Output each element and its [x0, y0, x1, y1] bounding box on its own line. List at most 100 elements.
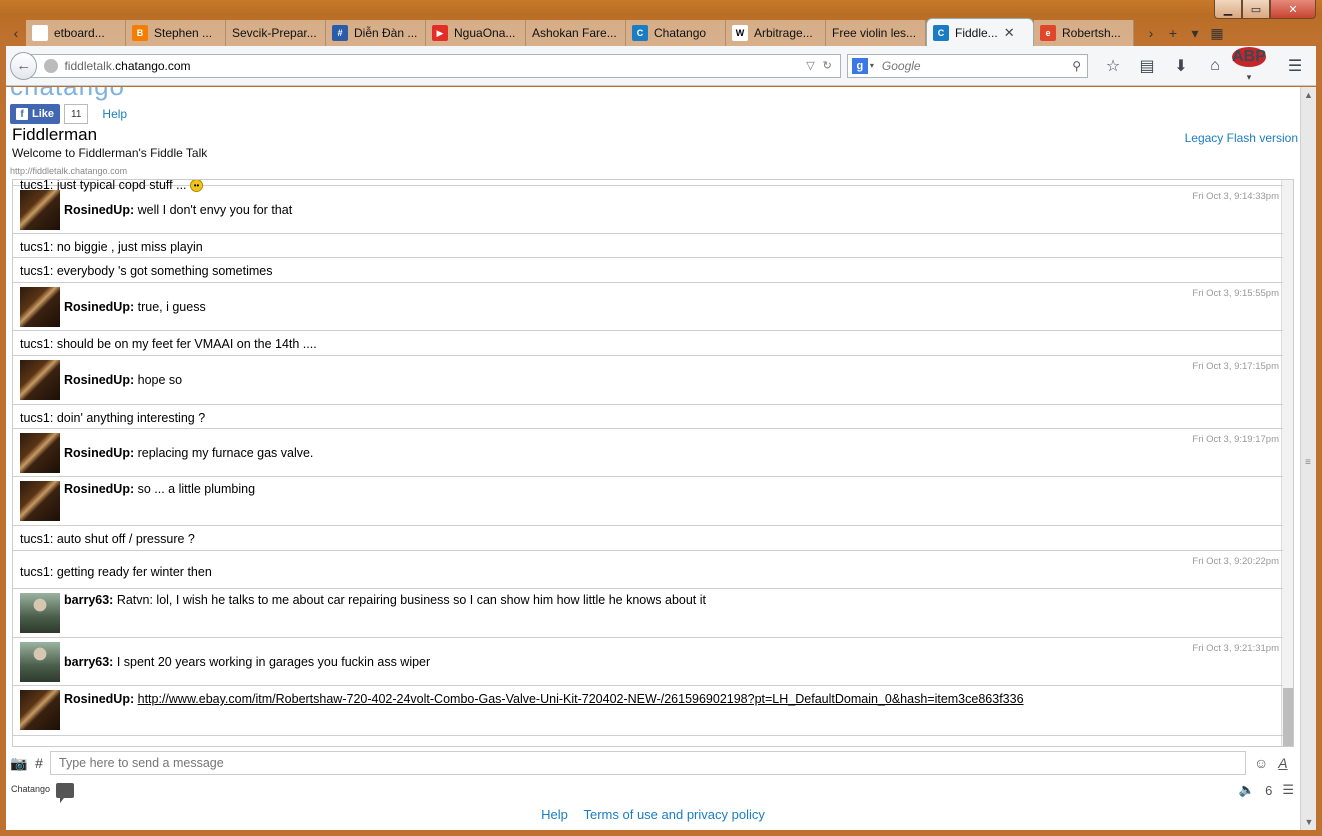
username[interactable]: barry63:: [64, 593, 113, 607]
scroll-thumb[interactable]: [1283, 688, 1293, 746]
text-style-icon[interactable]: A: [1278, 755, 1287, 771]
close-tab-icon[interactable]: ✕: [1004, 25, 1015, 41]
message-text: RosinedUp: hope so: [64, 373, 182, 387]
tab-scroll-right-icon[interactable]: ›: [1140, 25, 1162, 41]
tab-5[interactable]: Ashokan Fare...: [526, 20, 626, 46]
scroll-down-icon[interactable]: ▼: [1301, 814, 1317, 830]
message-body: tucs1: doin' anything interesting ?: [20, 411, 206, 425]
chatango-brand[interactable]: Chatango: [11, 784, 50, 794]
chat-message: RosinedUp: so ... a little plumbing: [13, 477, 1283, 526]
help-link-top[interactable]: Help: [102, 107, 127, 121]
tab-9[interactable]: C Fiddle... ✕: [926, 18, 1034, 46]
tab-6[interactable]: C Chatango: [626, 20, 726, 46]
tab-favicon-icon: C: [933, 24, 949, 41]
scroll-grip-icon[interactable]: ≡: [1305, 457, 1311, 468]
chat-message: RosinedUp: hope so Fri Oct 3, 9:17:15pm: [13, 356, 1283, 405]
tab-10[interactable]: e Robertsh...: [1034, 20, 1134, 46]
user-avatar[interactable]: [20, 593, 60, 633]
tab-0[interactable]: etboard...: [26, 20, 126, 46]
message-body: true, i guess: [134, 300, 206, 314]
chat-message: RosinedUp: true, i guess Fri Oct 3, 9:15:…: [13, 283, 1283, 331]
search-placeholder: Google: [881, 58, 921, 73]
adblock-button[interactable]: ABP▾: [1232, 46, 1266, 85]
message-body: hope so: [134, 373, 183, 387]
emoticon-icon[interactable]: ☺: [1254, 755, 1268, 771]
search-bar[interactable]: g ▾ Google ⚲: [846, 53, 1088, 78]
user-avatar[interactable]: [20, 690, 60, 730]
dropdown-arrow-icon[interactable]: ▽: [806, 59, 814, 72]
chat-message: tucs1: should be on my feet fer VMAAI on…: [13, 331, 1283, 356]
tab-label: Chatango: [654, 26, 707, 40]
home-icon[interactable]: ⌂: [1198, 57, 1232, 75]
facebook-like-button[interactable]: f Like: [10, 104, 61, 124]
message-timestamp: Fri Oct 3, 9:20:22pm: [1192, 556, 1279, 567]
username[interactable]: barry63:: [64, 655, 113, 669]
legacy-flash-link[interactable]: Legacy Flash version: [1185, 131, 1298, 145]
globe-icon: [44, 58, 59, 73]
user-avatar[interactable]: [20, 287, 60, 327]
message-list[interactable]: tucs1: just typical copd stuff ... •• Ros…: [12, 179, 1294, 747]
download-icon[interactable]: ⬇: [1164, 56, 1198, 76]
new-tab-icon[interactable]: +: [1162, 25, 1184, 41]
tab-list-icon[interactable]: ▾: [1184, 25, 1206, 42]
user-avatar[interactable]: [20, 481, 60, 521]
chat-message: tucs1: auto shut off / pressure ?: [13, 526, 1283, 551]
terms-link[interactable]: Terms of use and privacy policy: [584, 807, 765, 822]
tab-8[interactable]: Free violin les...: [826, 20, 926, 46]
username[interactable]: RosinedUp:: [64, 446, 134, 460]
tab-2[interactable]: Sevcik-Prepar...: [226, 20, 326, 46]
back-arrow-icon: ←: [16, 57, 32, 74]
chat-bubble-icon[interactable]: [56, 783, 74, 803]
menu-lines-icon[interactable]: ☰: [1282, 782, 1294, 798]
user-avatar[interactable]: [20, 360, 60, 400]
message-text: tucs1: auto shut off / pressure ?: [20, 532, 195, 546]
user-avatar[interactable]: [20, 642, 60, 682]
bookmark-star-icon[interactable]: ☆: [1096, 56, 1130, 76]
tab-favicon-icon: C: [632, 25, 648, 41]
message-body: tucs1: everybody 's got something someti…: [20, 264, 273, 278]
tab-4[interactable]: ▶ NguaOna...: [426, 20, 526, 46]
speaker-icon[interactable]: 🔈: [1239, 782, 1255, 798]
camera-icon[interactable]: 📷: [10, 755, 28, 772]
adblock-icon: ABP: [1232, 46, 1266, 67]
url-bar[interactable]: fiddletalk. chatango.com ▽ ↻: [31, 53, 841, 78]
page-scrollbar[interactable]: ▲ ≡ ▼: [1300, 87, 1316, 830]
chat-page: chatango fLike 11 Help Fiddlerman Welcom…: [6, 87, 1300, 830]
search-icon[interactable]: ⚲: [1072, 59, 1081, 73]
username[interactable]: RosinedUp:: [64, 692, 134, 706]
chat-message: barry63: I spent 20 years working in gar…: [13, 638, 1283, 686]
maximize-button[interactable]: ▭: [1242, 0, 1270, 19]
reload-icon[interactable]: ↻: [823, 59, 832, 72]
message-text: RosinedUp: replacing my furnace gas valv…: [64, 446, 313, 460]
close-window-button[interactable]: ✕: [1270, 0, 1316, 19]
username[interactable]: RosinedUp:: [64, 482, 134, 496]
tab-groups-icon[interactable]: ▦: [1206, 25, 1228, 42]
user-avatar[interactable]: [20, 433, 60, 473]
tab-3[interactable]: # Diễn Đàn ...: [326, 20, 426, 46]
chat-message: barry63: Ratvn: lol, I wish he talks to …: [13, 589, 1283, 638]
scroll-up-icon[interactable]: ▲: [1301, 87, 1316, 103]
reading-list-icon[interactable]: ▤: [1130, 56, 1164, 76]
help-link[interactable]: Help: [541, 807, 568, 822]
user-avatar[interactable]: [20, 190, 60, 230]
message-input[interactable]: [50, 751, 1246, 775]
username[interactable]: RosinedUp:: [64, 300, 134, 314]
google-icon[interactable]: g: [851, 57, 868, 74]
message-text: tucs1: should be on my feet fer VMAAI on…: [20, 337, 317, 351]
back-button[interactable]: ←: [10, 51, 38, 80]
chat-message: tucs1: doin' anything interesting ?: [13, 405, 1283, 429]
tab-scroll-left-icon[interactable]: ‹: [6, 20, 26, 46]
username[interactable]: RosinedUp:: [64, 203, 134, 217]
room-title: Fiddlerman: [12, 125, 98, 144]
hashtag-button[interactable]: #: [28, 755, 50, 771]
tab-strip: ‹ etboard... B Stephen ... Sevcik-Prepar...…: [6, 18, 1316, 46]
tab-label: Ashokan Fare...: [532, 26, 617, 40]
message-link[interactable]: http://www.ebay.com/itm/Robertshaw-720-4…: [138, 692, 1024, 706]
username[interactable]: RosinedUp:: [64, 373, 134, 387]
room-description: Welcome to Fiddlerman's Fiddle Talk: [12, 146, 208, 160]
tab-7[interactable]: W Arbitrage...: [726, 20, 826, 46]
menu-icon[interactable]: ☰: [1278, 56, 1312, 76]
engine-dropdown-icon[interactable]: ▾: [870, 61, 874, 70]
minimize-button[interactable]: ▁: [1214, 0, 1242, 19]
tab-1[interactable]: B Stephen ...: [126, 20, 226, 46]
